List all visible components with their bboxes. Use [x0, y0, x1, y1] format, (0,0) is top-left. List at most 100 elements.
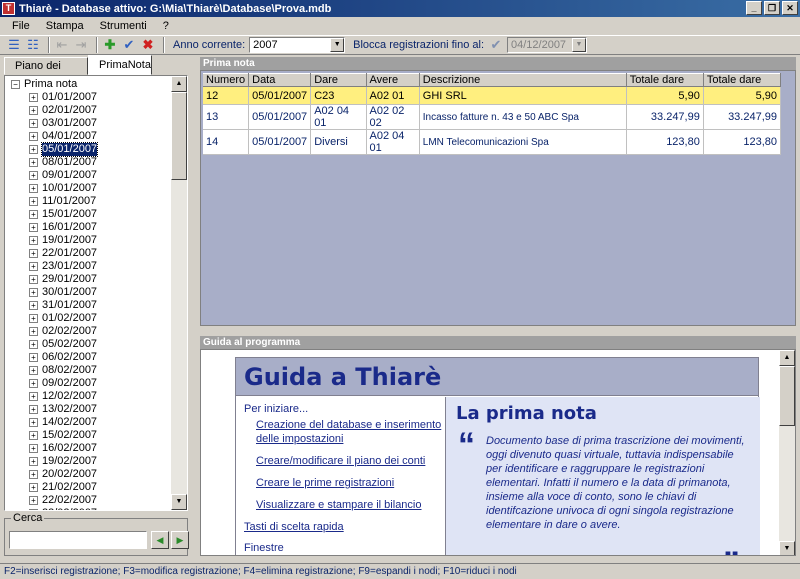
tree-item[interactable]: +09/01/2007	[7, 169, 173, 182]
tree-item[interactable]: +10/01/2007	[7, 182, 173, 195]
cell-dare[interactable]: Diversi	[310, 129, 367, 155]
tree-item[interactable]: +23/01/2007	[7, 260, 173, 273]
search-next-button[interactable]: ▶	[171, 531, 189, 549]
expand-icon[interactable]: +	[29, 249, 38, 258]
expand-icon[interactable]: +	[29, 301, 38, 310]
tree-item[interactable]: +04/01/2007	[7, 130, 173, 143]
tree-item[interactable]: +23/02/2007	[7, 507, 173, 510]
tree-item[interactable]: +08/02/2007	[7, 364, 173, 377]
link-prime-registrazioni[interactable]: Creare le prime registrazioni	[256, 476, 445, 490]
tree-item[interactable]: +19/02/2007	[7, 455, 173, 468]
tree-item[interactable]: +01/02/2007	[7, 312, 173, 325]
tab-piano-dei-conti[interactable]: Piano dei conti	[4, 57, 88, 88]
tree-item[interactable]: +12/02/2007	[7, 390, 173, 403]
tree-item[interactable]: +08/01/2007	[7, 156, 173, 169]
check-icon[interactable]: ✔	[488, 37, 504, 53]
scroll-down-icon[interactable]: ▼	[779, 541, 795, 555]
tree-item[interactable]: +06/02/2007	[7, 351, 173, 364]
cell-data[interactable]: 05/01/2007	[248, 86, 312, 105]
expand-icon[interactable]: +	[29, 353, 38, 362]
tree-item[interactable]: +21/02/2007	[7, 481, 173, 494]
tree-item[interactable]: +01/01/2007	[7, 91, 173, 104]
col-descrizione[interactable]: Descrizione	[419, 73, 627, 87]
cell-numero[interactable]: 14	[203, 129, 250, 155]
tree-item[interactable]: +16/01/2007	[7, 221, 173, 234]
expand-icon[interactable]: +	[29, 197, 38, 206]
col-numero[interactable]: Numero	[203, 73, 250, 87]
expand-icon[interactable]: +	[29, 366, 38, 375]
expand-icon[interactable]: +	[29, 262, 38, 271]
menu-file[interactable]: File	[4, 20, 38, 32]
tree-item[interactable]: +03/01/2007	[7, 117, 173, 130]
menu-stampa[interactable]: Stampa	[38, 20, 92, 32]
expand-icon[interactable]: +	[29, 470, 38, 479]
expand-icon[interactable]: +	[29, 223, 38, 232]
table-row[interactable]: 14 05/01/2007 Diversi A02 04 01 LMN Telecomu…	[203, 129, 782, 155]
tree-scrollbar[interactable]: ▲ ▼	[171, 76, 187, 510]
cell-dare[interactable]: C23	[310, 86, 367, 105]
expand-icon[interactable]: +	[29, 340, 38, 349]
expand-icon[interactable]: +	[29, 496, 38, 505]
tree-item[interactable]: +02/01/2007	[7, 104, 173, 117]
expand-icon[interactable]: +	[29, 275, 38, 284]
minimize-button[interactable]: _	[746, 1, 762, 15]
scroll-down-icon[interactable]: ▼	[171, 494, 187, 510]
expand-icon[interactable]: +	[29, 418, 38, 427]
cell-descrizione[interactable]: LMN Telecomunicazioni Spa	[419, 129, 627, 155]
cell-tot2[interactable]: 5,90	[703, 86, 782, 105]
expand-icon[interactable]: +	[29, 314, 38, 323]
link-bilancio[interactable]: Visualizzare e stampare il bilancio	[256, 498, 445, 512]
col-totale-dare[interactable]: Totale dare	[626, 73, 704, 87]
col-data[interactable]: Data	[248, 73, 312, 87]
chevron-down-icon[interactable]: ▼	[330, 38, 345, 52]
expand-icon[interactable]: +	[29, 106, 38, 115]
chevron-down-icon[interactable]: ▼	[572, 38, 586, 52]
prev-icon[interactable]: ⇤	[54, 37, 70, 53]
tree-item[interactable]: +16/02/2007	[7, 442, 173, 455]
cell-data[interactable]: 05/01/2007	[248, 104, 312, 130]
tree-item[interactable]: +31/01/2007	[7, 299, 173, 312]
delete-icon[interactable]: ✖	[140, 37, 156, 53]
col-avere[interactable]: Avere	[366, 73, 420, 87]
cell-tot1[interactable]: 123,80	[626, 129, 704, 155]
expand-icon[interactable]: +	[29, 210, 38, 219]
scroll-up-icon[interactable]: ▲	[171, 76, 187, 92]
search-input[interactable]	[9, 531, 147, 549]
tree-root[interactable]: − Prima nota	[7, 78, 173, 91]
scroll-thumb[interactable]	[171, 92, 187, 180]
scroll-thumb[interactable]	[779, 366, 795, 426]
expand-icon[interactable]: +	[29, 444, 38, 453]
expand-icon[interactable]: +	[29, 145, 38, 154]
link-tasti-scelta-rapida[interactable]: Tasti di scelta rapida	[244, 520, 445, 534]
tree-item[interactable]: +05/01/2007	[7, 142, 173, 157]
cell-tot2[interactable]: 33.247,99	[703, 104, 782, 130]
tree-item[interactable]: +19/01/2007	[7, 234, 173, 247]
tree-item[interactable]: +02/02/2007	[7, 325, 173, 338]
tree-item[interactable]: +05/02/2007	[7, 338, 173, 351]
collapse-icon[interactable]: −	[11, 80, 20, 89]
tree-collapse-icon[interactable]: ☷	[25, 37, 41, 53]
cell-dare[interactable]: A02 04 01	[310, 104, 367, 130]
cell-tot2[interactable]: 123,80	[703, 129, 782, 155]
tree-item[interactable]: +13/02/2007	[7, 403, 173, 416]
anno-select[interactable]: 2007 ▼	[249, 37, 346, 53]
tree-item[interactable]: +20/02/2007	[7, 468, 173, 481]
blocco-date-picker[interactable]: 04/12/2007 ▼	[507, 37, 587, 53]
expand-icon[interactable]: +	[29, 405, 38, 414]
cell-numero[interactable]: 13	[203, 104, 250, 130]
link-piano-dei-conti[interactable]: Creare/modificare il piano dei conti	[256, 454, 445, 468]
tab-primanota[interactable]: PrimaNota	[88, 55, 152, 75]
table-row[interactable]: 12 05/01/2007 C23 A02 01 GHI SRL 5,90 5,90	[203, 86, 782, 105]
tree-item[interactable]: +11/01/2007	[7, 195, 173, 208]
cell-tot1[interactable]: 33.247,99	[626, 104, 704, 130]
close-button[interactable]: ✕	[782, 1, 798, 15]
expand-icon[interactable]: +	[29, 158, 38, 167]
tree-item[interactable]: +29/01/2007	[7, 273, 173, 286]
table-row[interactable]: 13 05/01/2007 A02 04 01 A02 02 02 Incasso fa…	[203, 104, 782, 130]
expand-icon[interactable]: +	[29, 379, 38, 388]
expand-icon[interactable]: +	[29, 236, 38, 245]
expand-icon[interactable]: +	[29, 132, 38, 141]
tree-item[interactable]: +15/01/2007	[7, 208, 173, 221]
cell-descrizione[interactable]: Incasso fatture n. 43 e 50 ABC Spa	[419, 104, 627, 130]
expand-icon[interactable]: +	[29, 327, 38, 336]
